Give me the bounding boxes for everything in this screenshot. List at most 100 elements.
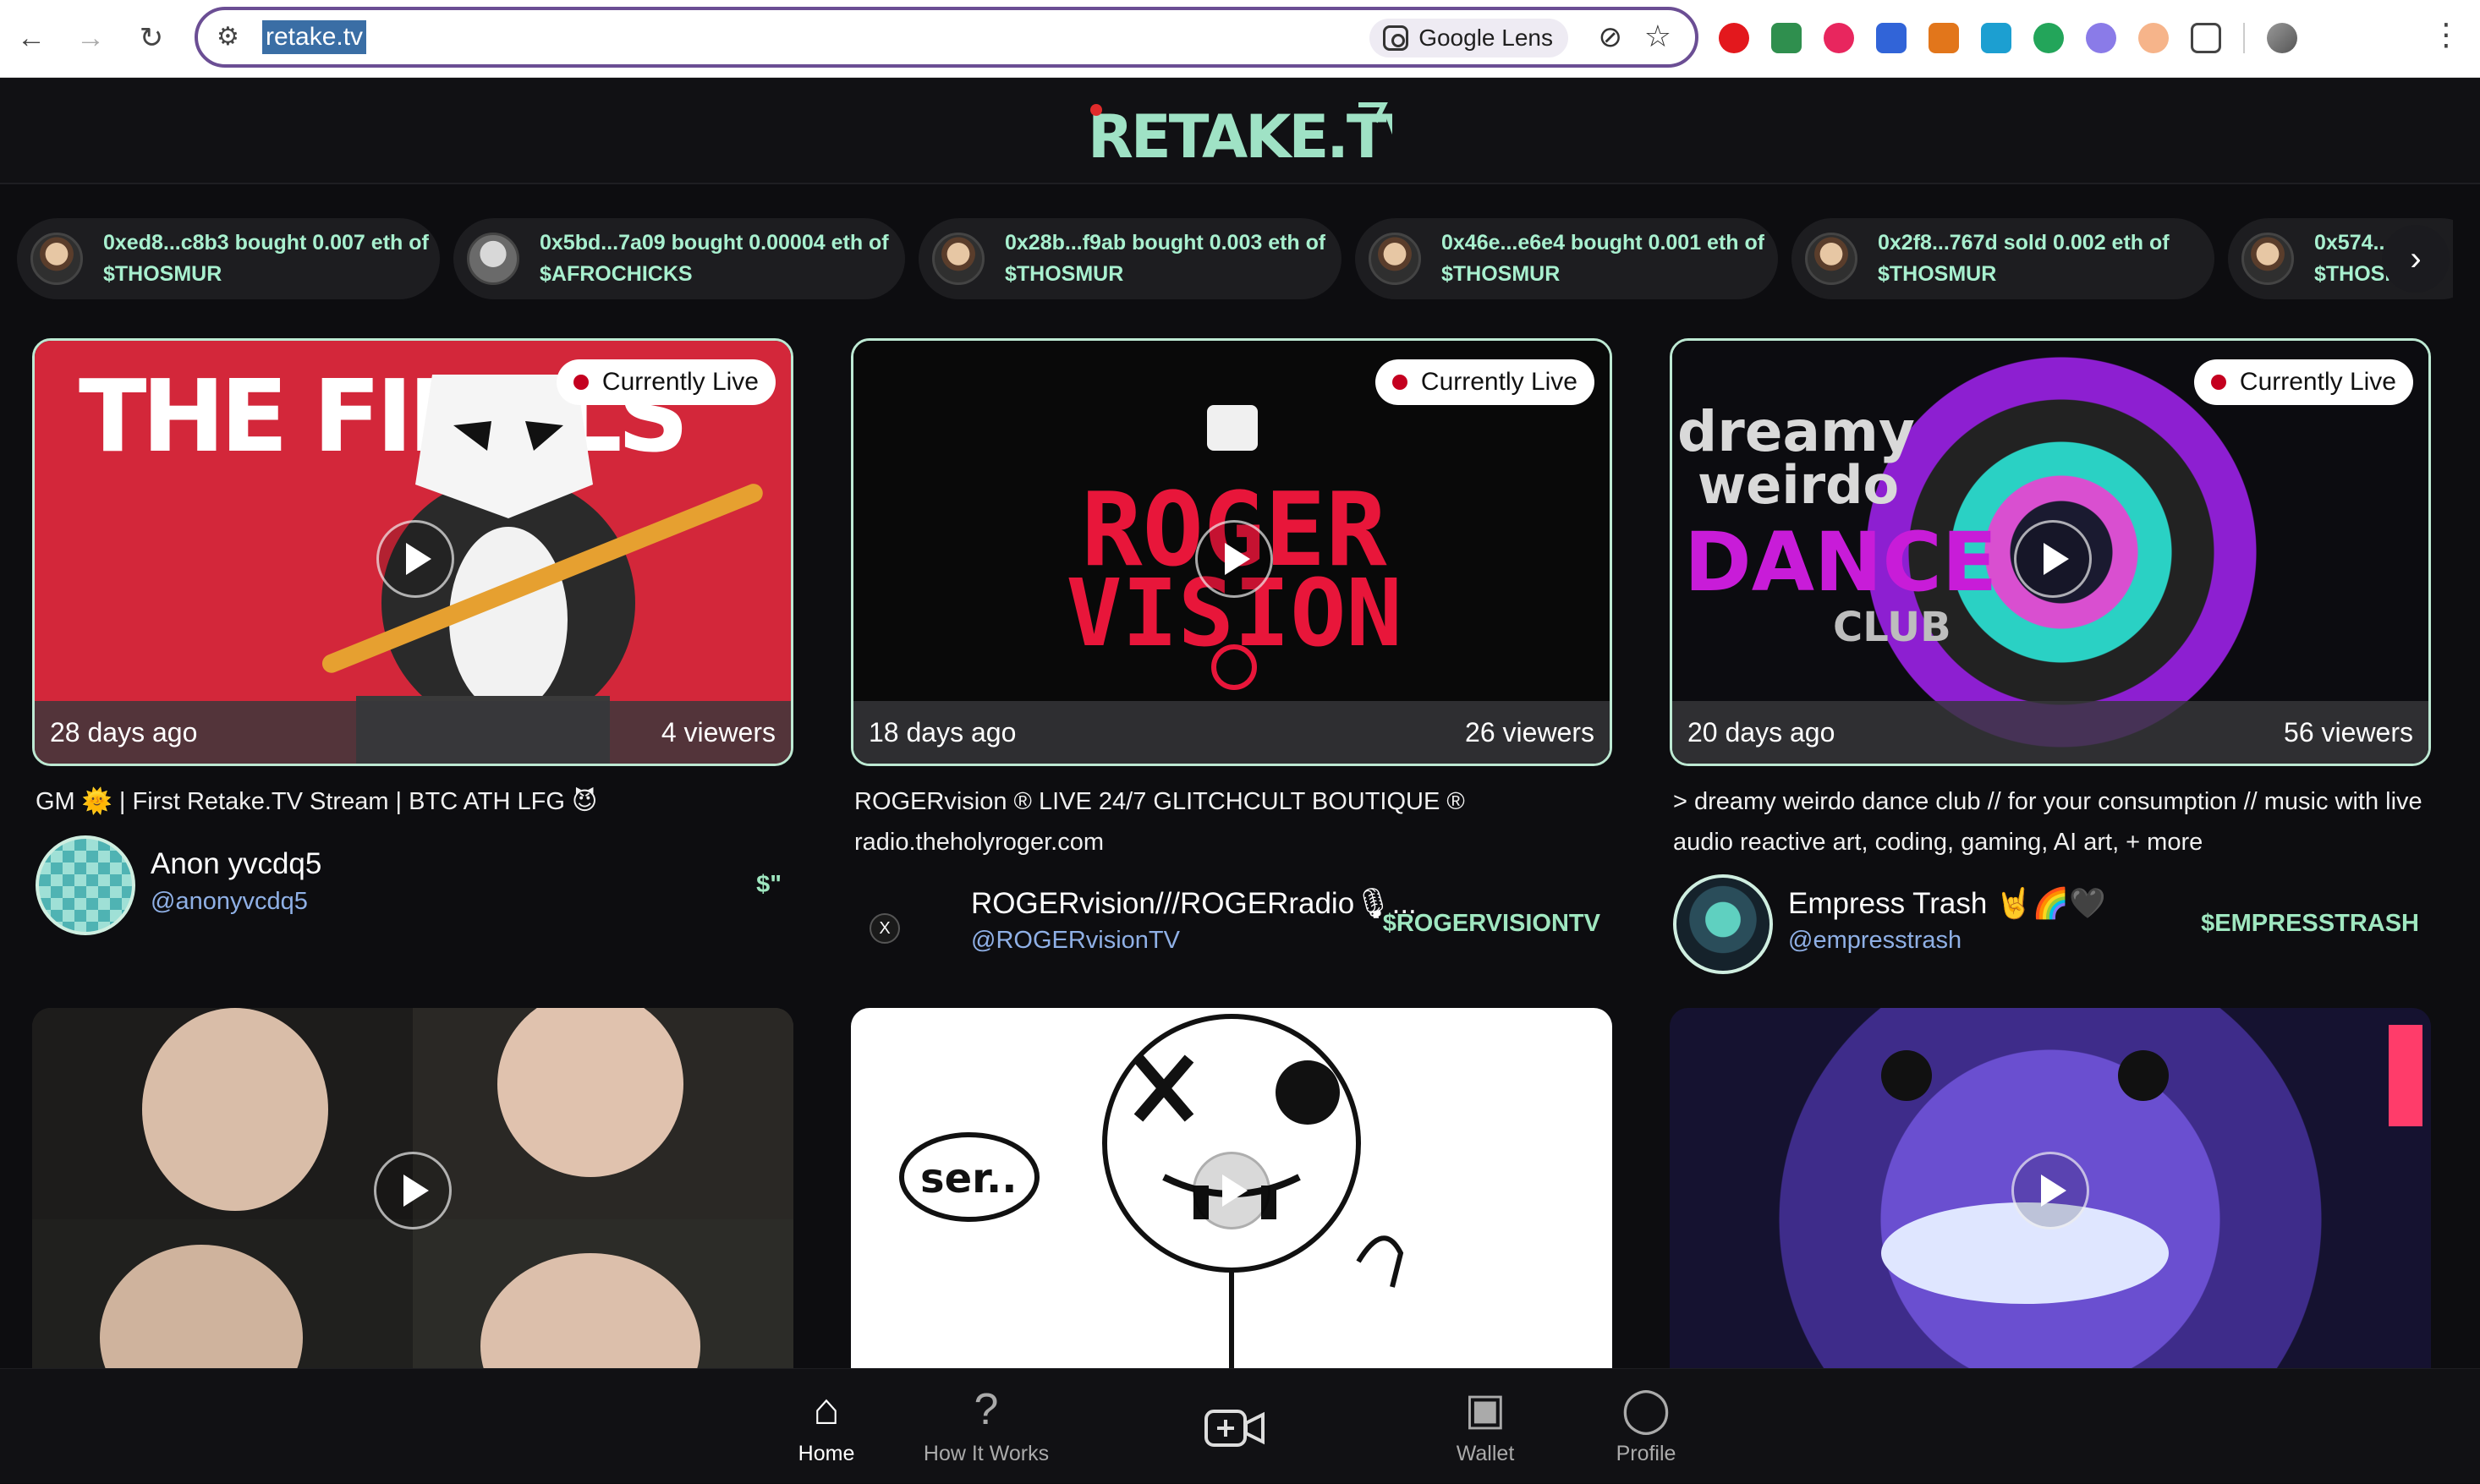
- ticker-line2: $THOSMUR: [103, 262, 222, 286]
- ticker-next-button[interactable]: ›: [2382, 225, 2450, 293]
- extension-robot-icon[interactable]: [1876, 23, 1907, 53]
- stream-thumbnail[interactable]: dreamy weirdo DANCE CLUB Currently Live …: [1670, 338, 2431, 766]
- creator-avatar[interactable]: [36, 835, 135, 935]
- live-dot-icon: [1391, 375, 1407, 390]
- logo-text: RETAKE.TV: [1088, 102, 1392, 172]
- ticker-item[interactable]: 0xed8...c8b3 bought 0.007 eth of $THOSMUR: [17, 218, 440, 299]
- nav-profile-label: Profile: [1616, 1442, 1676, 1465]
- stream-age: 28 days ago: [50, 716, 198, 747]
- currently-live-badge: Currently Live: [2193, 359, 2413, 405]
- extension-opera-icon[interactable]: [1719, 23, 1749, 53]
- thumbnail-footer: 20 days ago 56 viewers: [1672, 701, 2428, 764]
- stream-title[interactable]: GM 🌞 | First Retake.TV Stream | BTC ATH …: [32, 781, 793, 822]
- stream-card[interactable]: THE FINALS Currently Live 28 days ago 4 …: [32, 338, 793, 940]
- nav-home-label: Home: [798, 1442, 855, 1465]
- extensions-bar: [1719, 19, 2297, 57]
- creator-handle[interactable]: @empresstrash: [1788, 927, 1962, 955]
- creator-token[interactable]: $EMPRESSTRASH: [2201, 910, 2419, 938]
- stream-thumbnail[interactable]: [32, 1008, 793, 1372]
- stream-age: 18 days ago: [869, 716, 1017, 747]
- stream-card[interactable]: ser..: [851, 1008, 1612, 1372]
- bookmark-star-icon[interactable]: ☆: [1644, 19, 1671, 54]
- browser-menu-icon[interactable]: ⋮: [2431, 17, 2461, 52]
- nav-how-label: How It Works: [923, 1442, 1050, 1465]
- extension-counter-icon[interactable]: [1771, 23, 1802, 53]
- creator-row[interactable]: X ROGERvision///ROGERradio🎙... @ROGERvis…: [851, 874, 1612, 979]
- ticker-item[interactable]: 0x46e...e6e4 bought 0.001 eth of $THOSMUR: [1355, 218, 1778, 299]
- live-label: Currently Live: [601, 368, 759, 396]
- stream-thumbnail[interactable]: ser..: [851, 1008, 1612, 1372]
- play-icon[interactable]: [2014, 520, 2092, 598]
- reload-button[interactable]: ↻: [130, 17, 173, 59]
- address-bar[interactable]: ⚙ retake.tv Google Lens ⊘ ☆: [195, 7, 1698, 68]
- ticker-avatar: [1369, 233, 1421, 285]
- question-mark-icon: ?: [974, 1385, 999, 1434]
- creator-name[interactable]: Anon yvcdq5: [151, 847, 321, 881]
- site-info-icon[interactable]: ⚙: [217, 22, 250, 52]
- play-icon[interactable]: [376, 520, 454, 598]
- ticker-item[interactable]: 0x28b...f9ab bought 0.003 eth of $THOSMUR: [919, 218, 1342, 299]
- extensions-puzzle-icon[interactable]: [2191, 23, 2221, 53]
- chevron-right-icon: ›: [2410, 239, 2422, 277]
- creator-token[interactable]: $": [756, 871, 782, 899]
- creator-handle[interactable]: @anonyvcdq5: [151, 888, 308, 916]
- creator-handle[interactable]: @ROGERvisionTV: [971, 927, 1180, 955]
- creator-token[interactable]: $ROGERVISIONTV: [1383, 910, 1600, 938]
- nav-home[interactable]: ⌂ Home: [742, 1374, 911, 1484]
- eye-off-icon[interactable]: ⊘: [1599, 20, 1623, 54]
- creator-name[interactable]: Empress Trash 🤘🌈🖤: [1788, 886, 2106, 921]
- nav-profile[interactable]: ◯ Profile: [1561, 1374, 1731, 1484]
- stream-thumbnail[interactable]: [1670, 1008, 2431, 1372]
- create-stream-button[interactable]: [1201, 1394, 1269, 1462]
- play-icon[interactable]: [2011, 1152, 2089, 1229]
- retake-logo[interactable]: RETAKE.TV: [1088, 96, 1392, 172]
- nav-wallet-label: Wallet: [1456, 1442, 1515, 1465]
- extension-green-icon[interactable]: [2033, 23, 2064, 53]
- creator-row[interactable]: Anon yvcdq5 @anonyvcdq5 $": [32, 835, 793, 940]
- forward-button[interactable]: →: [69, 17, 112, 59]
- viewer-count: 4 viewers: [661, 716, 776, 747]
- stream-title[interactable]: ROGERvision ® LIVE 24/7 GLITCHCULT BOUTI…: [851, 781, 1612, 862]
- play-icon[interactable]: [1193, 1152, 1270, 1229]
- thumbnail-footer: 28 days ago 4 viewers: [35, 701, 791, 764]
- nav-how-it-works[interactable]: ? How It Works: [902, 1374, 1071, 1484]
- play-icon[interactable]: [1195, 520, 1273, 598]
- creator-avatar[interactable]: [1673, 874, 1773, 974]
- back-button[interactable]: ←: [10, 17, 52, 59]
- ticker-item[interactable]: 0x5bd...7a09 bought 0.00004 eth of $AFROC…: [453, 218, 905, 299]
- browser-toolbar: ← → ↻ ⚙ retake.tv Google Lens ⊘ ☆ ⋮: [0, 0, 2480, 78]
- thumb-title-4: CLUB: [1833, 604, 1951, 651]
- viewer-count: 56 viewers: [2284, 716, 2413, 747]
- extension-metamask-icon[interactable]: [1929, 23, 1959, 53]
- nav-wallet[interactable]: ▣ Wallet: [1401, 1374, 1570, 1484]
- stream-card[interactable]: dreamy weirdo DANCE CLUB Currently Live …: [1670, 338, 2431, 979]
- user-icon: ◯: [1621, 1385, 1671, 1434]
- extension-ring-icon[interactable]: [2138, 23, 2169, 53]
- stream-thumbnail[interactable]: THE FINALS Currently Live 28 days ago 4 …: [32, 338, 793, 766]
- lens-icon: [1383, 25, 1409, 51]
- x-logo-icon[interactable]: X: [870, 913, 900, 944]
- creator-name[interactable]: ROGERvision///ROGERradio🎙...: [971, 886, 1417, 921]
- stream-card[interactable]: [32, 1008, 793, 1372]
- currently-live-badge: Currently Live: [556, 359, 776, 405]
- toolbar-divider: [2243, 23, 2245, 53]
- stream-title[interactable]: > dreamy weirdo dance club // for your c…: [1670, 781, 2431, 862]
- google-lens-button[interactable]: Google Lens: [1369, 19, 1568, 57]
- currently-live-badge: Currently Live: [1374, 359, 1594, 405]
- creator-row[interactable]: Empress Trash 🤘🌈🖤 @empresstrash $EMPRESS…: [1670, 874, 2431, 979]
- play-icon[interactable]: [374, 1152, 452, 1229]
- profile-avatar-icon[interactable]: [2267, 23, 2297, 53]
- stream-thumbnail[interactable]: ROGER VISION Currently Live 18 days ago …: [851, 338, 1612, 766]
- ticker-item[interactable]: 0x2f8...767d sold 0.002 eth of $THOSMUR: [1791, 218, 2214, 299]
- ticker-line1: 0x46e...e6e4 bought 0.001 eth of: [1441, 231, 1765, 255]
- lens-label: Google Lens: [1418, 25, 1553, 51]
- extension-heart-icon[interactable]: [1824, 23, 1854, 53]
- stream-card[interactable]: [1670, 1008, 2431, 1372]
- extension-cyan-icon[interactable]: [1981, 23, 2011, 53]
- skull-icon: [1207, 405, 1258, 451]
- stream-card[interactable]: ROGER VISION Currently Live 18 days ago …: [851, 338, 1612, 979]
- extension-cloud-icon[interactable]: [2086, 23, 2116, 53]
- stream-age: 20 days ago: [1687, 716, 1835, 747]
- thumbnail-footer: 18 days ago 26 viewers: [853, 701, 1610, 764]
- url-text[interactable]: retake.tv: [262, 20, 367, 54]
